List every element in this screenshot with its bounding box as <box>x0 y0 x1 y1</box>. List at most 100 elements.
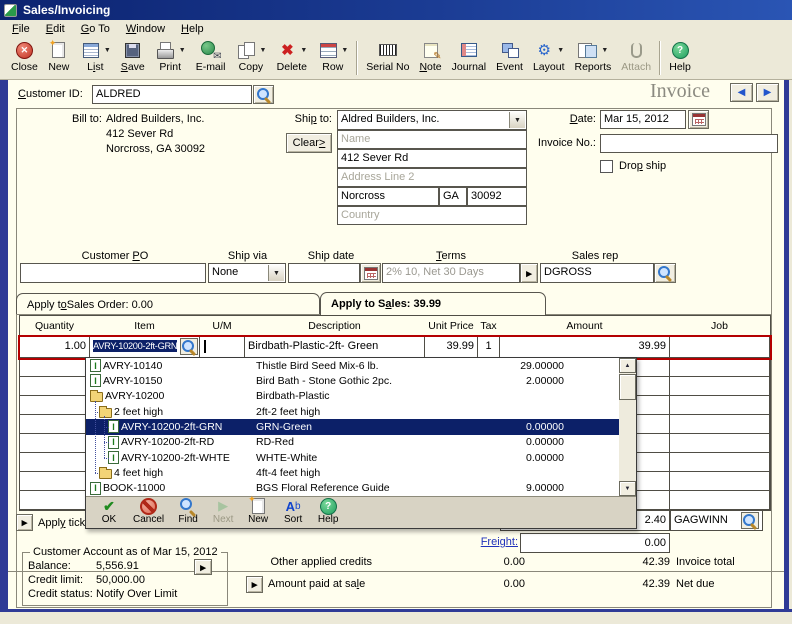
list-item-avry-10200-2ft-grn[interactable]: IAVRY-10200-2ft-GRNGRN-Green0.00000 <box>86 419 619 434</box>
table-cell[interactable] <box>670 377 770 396</box>
table-cell[interactable] <box>20 377 90 396</box>
ship-to-state-field[interactable]: GA <box>439 187 467 206</box>
toolbar-button-serial-no[interactable]: Serial No <box>361 39 414 74</box>
toolbar-button-attach[interactable]: Attach <box>616 39 656 74</box>
toolbar-button-layout[interactable]: ▼Layout <box>528 39 570 74</box>
ship-date-input[interactable] <box>288 263 360 283</box>
sales-rep-lookup-button[interactable] <box>654 263 676 283</box>
sales-tax-lookup-button[interactable] <box>741 512 759 529</box>
table-cell[interactable] <box>670 453 770 472</box>
list-item-book-11000[interactable]: IBOOK-11000BGS Floral Reference Guide9.0… <box>86 481 619 496</box>
scrollbar-thumb[interactable] <box>619 374 636 400</box>
ship-via-combo[interactable]: None▼ <box>208 263 286 283</box>
list-item-avry-10200[interactable]: AVRY-10200Birdbath-Plastic <box>86 389 619 404</box>
freight-link[interactable]: Freight: <box>442 536 518 548</box>
freight-amount-cell[interactable]: 0.00 <box>520 533 670 553</box>
table-cell[interactable] <box>670 358 770 377</box>
customer-id-input[interactable]: ALDRED <box>92 85 252 104</box>
menu-edit[interactable]: Edit <box>38 22 73 36</box>
dropdown-arrow-icon[interactable]: ▼ <box>300 47 307 54</box>
toolbar-button-print[interactable]: ▼Print <box>150 39 191 74</box>
table-cell[interactable]: Birdbath-Plastic-2ft- Green <box>245 337 425 358</box>
ship-date-calendar-button[interactable] <box>360 263 381 283</box>
customer-po-input[interactable] <box>20 263 206 283</box>
toolbar-button-copy[interactable]: ▼Copy <box>230 39 271 74</box>
toolbar-button-help[interactable]: Help <box>664 39 696 74</box>
chevron-down-icon[interactable]: ▼ <box>268 265 284 281</box>
tab-apply-to-sales-order[interactable]: Apply to Sales Order: 0.00 <box>16 293 320 315</box>
ship-to-zip-field[interactable]: 30092 <box>467 187 527 206</box>
chevron-down-icon[interactable]: ▼ <box>509 112 525 128</box>
scroll-up-button[interactable]: ▲ <box>619 358 636 373</box>
balance-detail-button[interactable]: ▸ <box>194 559 212 575</box>
item-lookup-button[interactable] <box>180 338 198 355</box>
table-cell[interactable] <box>670 491 770 510</box>
lookup-cancel-button[interactable]: Cancel <box>133 498 164 525</box>
table-cell[interactable] <box>670 434 770 453</box>
menu-file[interactable]: File <box>4 22 38 36</box>
menu-go-to[interactable]: Go To <box>73 22 118 36</box>
dropdown-arrow-icon[interactable]: ▼ <box>557 47 564 54</box>
ship-to-address2-field[interactable]: Address Line 2 <box>337 168 527 187</box>
list-item-avry-10150[interactable]: IAVRY-10150Bird Bath - Stone Gothic 2pc.… <box>86 373 619 388</box>
toolbar-button-close[interactable]: Close <box>6 39 43 74</box>
invoice-no-input[interactable] <box>600 134 778 153</box>
table-cell[interactable] <box>20 415 90 434</box>
menu-window[interactable]: Window <box>118 22 173 36</box>
date-calendar-button[interactable] <box>688 110 709 129</box>
toolbar-button-delete[interactable]: ▼Delete <box>271 39 312 74</box>
table-cell[interactable] <box>20 434 90 453</box>
toolbar-button-event[interactable]: Event <box>491 39 528 74</box>
toolbar-button-note[interactable]: Note <box>414 39 446 74</box>
toolbar-button-list[interactable]: ▼List <box>75 39 116 74</box>
table-cell[interactable] <box>20 491 90 510</box>
toolbar-button-reports[interactable]: ▼Reports <box>570 39 617 74</box>
table-cell[interactable] <box>670 415 770 434</box>
list-item-2-feet-high[interactable]: 2 feet high2ft-2 feet high <box>86 404 619 419</box>
lookup-new-button[interactable]: New <box>247 498 269 525</box>
dropdown-arrow-icon[interactable]: ▼ <box>601 47 608 54</box>
sales-rep-input[interactable]: DGROSS <box>540 263 654 283</box>
ship-to-country-field[interactable]: Country <box>337 206 527 225</box>
table-cell[interactable]: AVRY-10200-2ft-GRN <box>90 337 200 358</box>
terms-input[interactable]: 2% 10, Net 30 Days <box>382 263 520 283</box>
table-cell[interactable] <box>670 472 770 491</box>
table-cell[interactable]: 39.99 <box>500 337 670 358</box>
menu-help[interactable]: Help <box>173 22 212 36</box>
dropdown-arrow-icon[interactable]: ▼ <box>341 47 348 54</box>
dropdown-arrow-icon[interactable]: ▼ <box>179 47 186 54</box>
previous-record-button[interactable]: ◀ <box>730 83 753 102</box>
ship-to-name-field[interactable]: Name <box>337 130 527 149</box>
date-input[interactable]: Mar 15, 2012 <box>600 110 686 129</box>
tab-apply-to-sales[interactable]: Apply to Sales: 39.99 <box>320 292 546 315</box>
lookup-find-button[interactable]: Find <box>177 498 199 525</box>
toolbar-button-journal[interactable]: Journal <box>447 39 491 74</box>
item-list-scrollbar[interactable]: ▲ ▼ <box>619 358 636 496</box>
amount-paid-button[interactable]: ▸ <box>246 576 263 593</box>
lookup-ok-button[interactable]: OK <box>98 498 120 525</box>
apply-tickets-button[interactable]: ▸ <box>16 514 33 531</box>
terms-detail-button[interactable]: ▸ <box>520 263 538 283</box>
ship-to-city-field[interactable]: Norcross <box>337 187 439 206</box>
toolbar-button-save[interactable]: Save <box>116 39 150 74</box>
table-cell[interactable] <box>20 472 90 491</box>
dropdown-arrow-icon[interactable]: ▼ <box>104 47 111 54</box>
toolbar-button-new[interactable]: New <box>43 39 75 74</box>
toolbar-button-row[interactable]: ▼Row <box>312 39 353 74</box>
table-cell[interactable]: 1.00 <box>20 337 90 358</box>
table-cell[interactable] <box>670 396 770 415</box>
ship-to-address1-field[interactable]: 412 Sever Rd <box>337 149 527 168</box>
list-item-avry-10200-2ft-whte[interactable]: IAVRY-10200-2ft-WHTEWHTE-White0.00000 <box>86 450 619 465</box>
table-cell[interactable] <box>20 396 90 415</box>
table-cell[interactable] <box>670 337 770 358</box>
next-record-button[interactable]: ▶ <box>756 83 779 102</box>
list-item-4-feet-high[interactable]: 4 feet high4ft-4 feet high <box>86 465 619 480</box>
clear-ship-to-button[interactable]: Clear > <box>286 133 332 153</box>
drop-ship-checkbox[interactable] <box>600 160 613 173</box>
lookup-help-button[interactable]: Help <box>317 498 339 525</box>
list-item-avry-10140[interactable]: IAVRY-10140Thistle Bird Seed Mix-6 lb.29… <box>86 358 619 373</box>
toolbar-button-e-mail[interactable]: E-mail <box>191 39 231 74</box>
table-cell[interactable]: 39.99 <box>425 337 478 358</box>
ship-to-combo[interactable]: Aldred Builders, Inc.▼ <box>337 110 527 130</box>
table-cell[interactable] <box>200 337 245 358</box>
